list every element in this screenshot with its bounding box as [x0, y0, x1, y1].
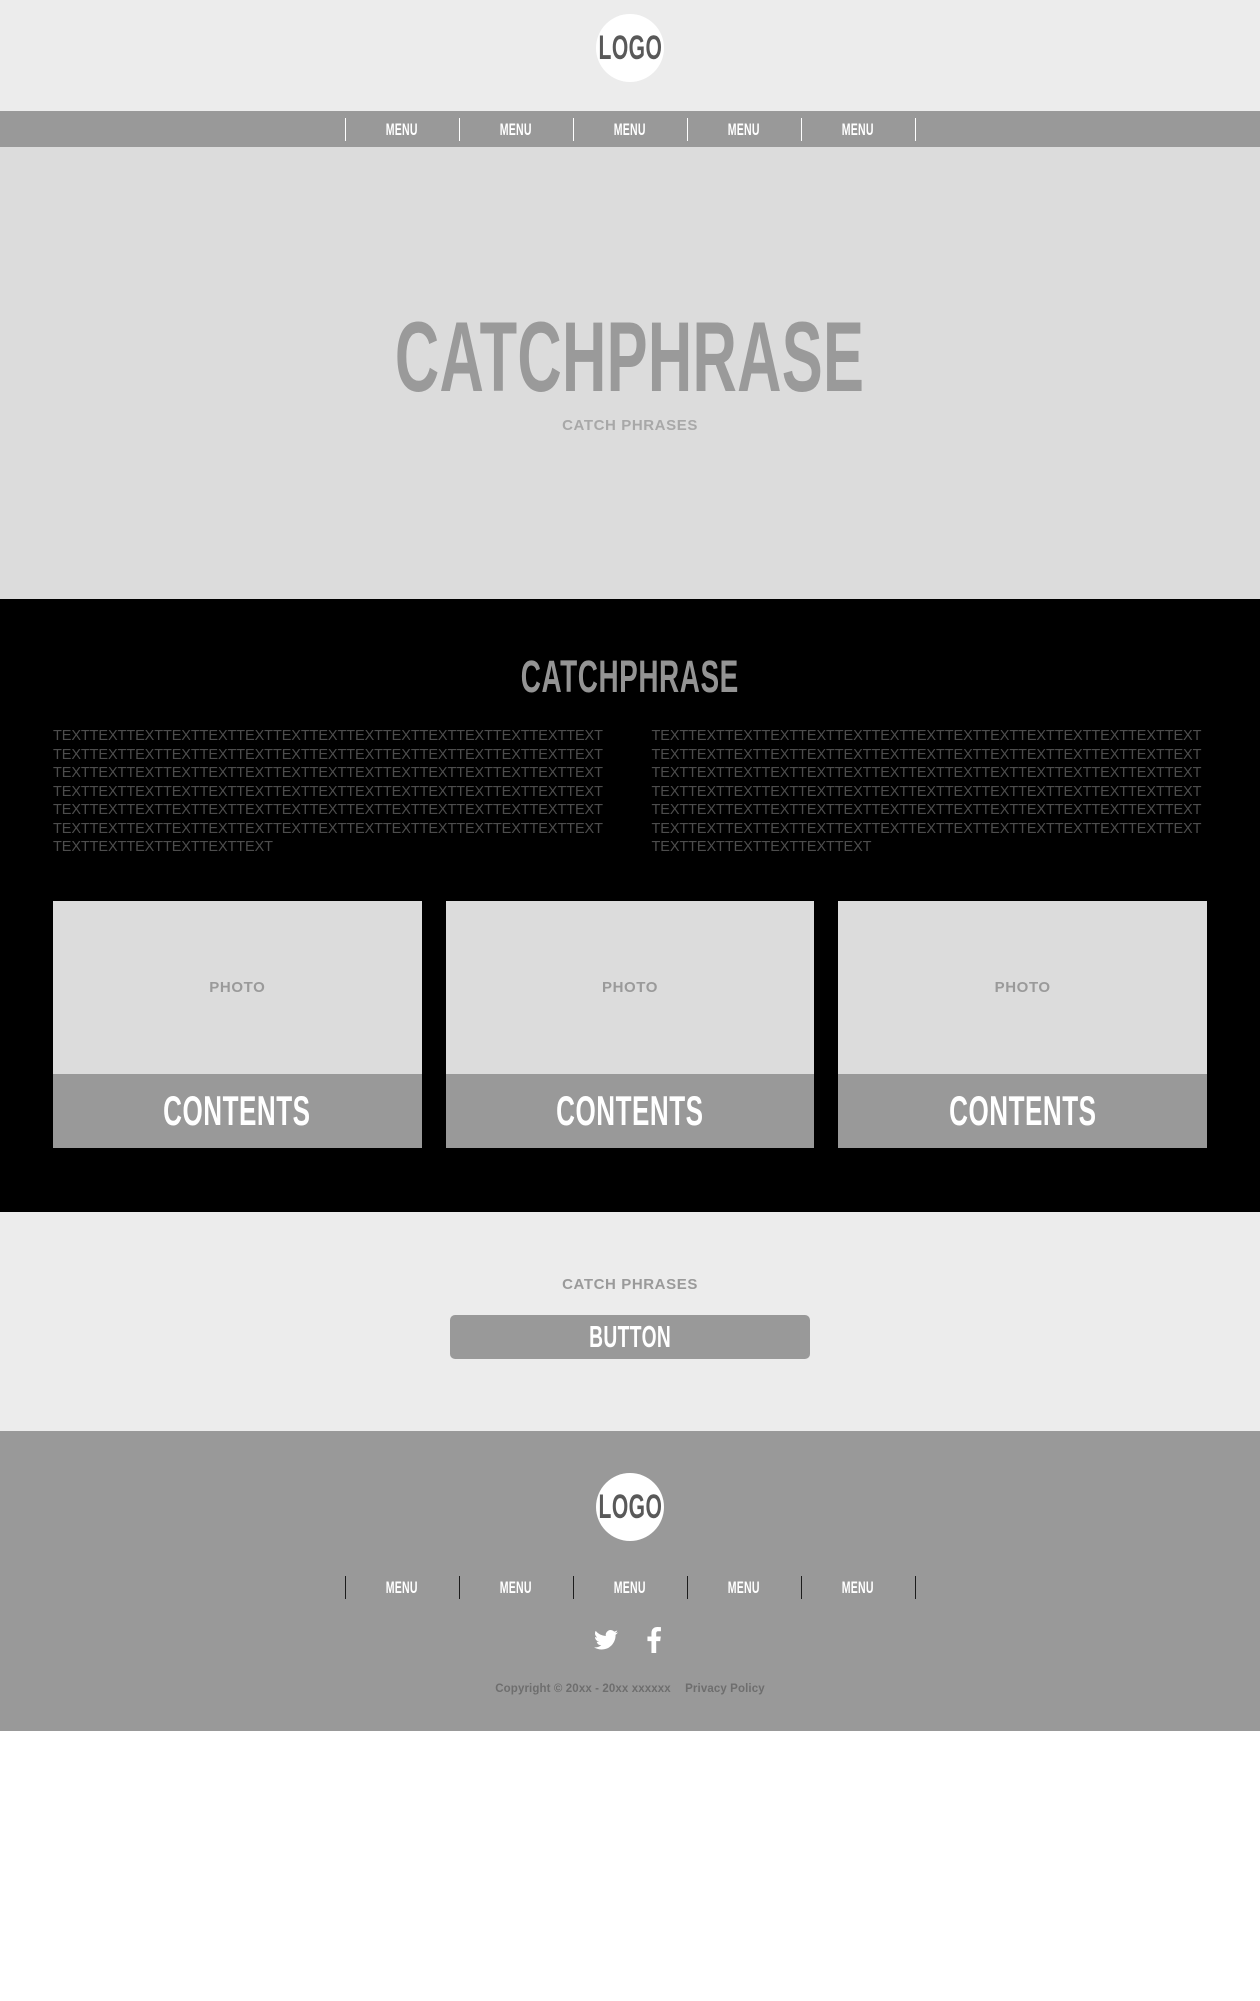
content-card-3[interactable]: PHOTO CONTENTS — [838, 900, 1208, 1148]
text-column-right: TEXTTEXTTEXTTEXTTEXTTEXTTEXTTEXTTEXTTEXT… — [651, 728, 1202, 855]
card-body: CONTENTS — [53, 1073, 422, 1148]
card-title: CONTENTS — [511, 1086, 749, 1134]
hero-title: CATCHPHRASE — [251, 300, 1008, 412]
card-photo-label: PHOTO — [994, 978, 1051, 996]
nav-item-2[interactable]: MENU — [460, 118, 573, 141]
nav-item-1[interactable]: MENU — [346, 118, 459, 141]
hero-section: CATCHPHRASE CATCH PHRASES — [0, 147, 1260, 599]
nav-item-5[interactable]: MENU — [802, 118, 915, 141]
nav-divider — [914, 117, 916, 141]
dark-content-section: CATCHPHRASE TEXTTEXTTEXTTEXTTEXTTEXTTEXT… — [0, 599, 1260, 1212]
footer-logo-label: LOGO — [598, 1487, 662, 1526]
footer-nav-item-label: MENU — [386, 1577, 418, 1597]
copyright-text: Copyright © 20xx - 20xx xxxxxx — [495, 1682, 671, 1695]
dark-section-title: CATCHPHRASE — [0, 654, 1260, 699]
card-title-text: CONTENTS — [163, 1086, 312, 1134]
card-photo-label: PHOTO — [209, 978, 266, 996]
content-card-2[interactable]: PHOTO CONTENTS — [445, 900, 815, 1148]
copyright: Copyright © 20xx - 20xx xxxxxx Privacy P… — [495, 1683, 765, 1731]
card-photo-placeholder: PHOTO — [838, 900, 1208, 1074]
social-links — [593, 1626, 667, 1653]
footer-nav-item-label: MENU — [500, 1577, 532, 1597]
footer-nav-divider — [914, 1575, 916, 1599]
hero-subtitle: CATCH PHRASES — [562, 416, 698, 434]
nav-item-3[interactable]: MENU — [574, 118, 687, 141]
nav-item-label: MENU — [500, 119, 532, 139]
nav-item-4[interactable]: MENU — [688, 118, 801, 141]
dark-section-title-text: CATCHPHRASE — [521, 651, 739, 702]
footer-nav-item-label: MENU — [728, 1577, 760, 1597]
card-title-text: CONTENTS — [948, 1086, 1097, 1134]
twitter-icon[interactable] — [593, 1627, 619, 1653]
footer-navigation: MENU MENU MENU MENU MENU — [344, 1575, 916, 1599]
card-photo-label: PHOTO — [601, 978, 659, 996]
content-card-1[interactable]: PHOTO CONTENTS — [53, 900, 422, 1148]
cta-button[interactable]: BUTTON — [450, 1314, 810, 1359]
footer-nav-item-1[interactable]: MENU — [346, 1576, 459, 1599]
main-nav-list: MENU MENU MENU MENU MENU — [344, 117, 916, 141]
main-navigation: MENU MENU MENU MENU MENU — [0, 111, 1260, 147]
card-photo-placeholder: PHOTO — [53, 900, 422, 1074]
nav-item-label: MENU — [728, 119, 760, 139]
footer-nav-item-3[interactable]: MENU — [574, 1576, 687, 1599]
card-body: CONTENTS — [445, 1073, 815, 1148]
content-cards: PHOTO CONTENTS PHOTO CONTENTS PHOTO CONT… — [0, 857, 1260, 1148]
header-logo-label: LOGO — [598, 29, 662, 67]
footer-nav-item-5[interactable]: MENU — [802, 1576, 915, 1599]
nav-item-label: MENU — [386, 119, 418, 139]
footer-nav-item-label: MENU — [614, 1577, 646, 1597]
card-title-text: CONTENTS — [556, 1086, 704, 1134]
cta-button-label: BUTTON — [588, 1318, 672, 1354]
footer-nav-item-4[interactable]: MENU — [688, 1576, 801, 1599]
facebook-icon[interactable] — [641, 1626, 667, 1653]
site-footer: LOGO MENU MENU MENU MENU MENU Copyright … — [0, 1430, 1260, 1731]
card-photo-placeholder: PHOTO — [445, 900, 815, 1074]
hero-title-text: CATCHPHRASE — [395, 300, 865, 412]
header-logo[interactable]: LOGO — [596, 14, 664, 82]
nav-item-label: MENU — [614, 119, 646, 139]
footer-nav-item-label: MENU — [842, 1577, 874, 1597]
footer-nav-item-2[interactable]: MENU — [460, 1576, 573, 1599]
text-column-left: TEXTTEXTTEXTTEXTTEXTTEXTTEXTTEXTTEXTTEXT… — [53, 728, 603, 855]
card-title: CONTENTS — [904, 1086, 1142, 1134]
nav-item-label: MENU — [842, 119, 874, 139]
cta-section: CATCH PHRASES BUTTON — [0, 1211, 1260, 1431]
privacy-policy-link[interactable]: Privacy Policy — [685, 1683, 765, 1695]
site-header: LOGO — [0, 0, 1260, 111]
text-columns: TEXTTEXTTEXTTEXTTEXTTEXTTEXTTEXTTEXTTEXT… — [0, 727, 1260, 857]
footer-logo[interactable]: LOGO — [596, 1472, 664, 1541]
card-title: CONTENTS — [118, 1086, 356, 1134]
card-body: CONTENTS — [838, 1073, 1208, 1148]
cta-label: CATCH PHRASES — [562, 1275, 698, 1293]
